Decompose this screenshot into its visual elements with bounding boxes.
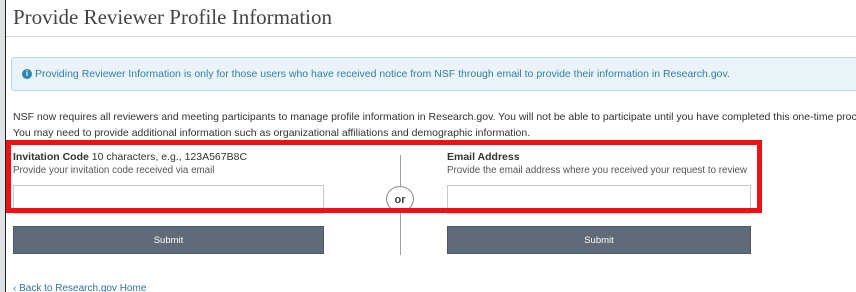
page-content: Provide Reviewer Profile Information i P… [5, 0, 856, 292]
invitation-code-label: Invitation Code 10 characters, e.g., 123… [13, 151, 247, 163]
email-input[interactable] [447, 185, 751, 214]
invitation-code-hint: 10 characters, e.g., 123A567B8C [91, 151, 248, 163]
invitation-code-label-text: Invitation Code [13, 151, 89, 163]
invitation-submit-button[interactable]: Submit [13, 226, 324, 254]
title-divider [6, 36, 856, 37]
invitation-code-help: Provide your invitation code received vi… [13, 165, 215, 176]
email-submit-button[interactable]: Submit [447, 226, 751, 254]
info-circle-icon: i [22, 69, 32, 79]
intro-line-1: NSF now requires all reviewers and meeti… [13, 111, 856, 123]
invitation-code-section: Invitation Code 10 characters, e.g., 123… [13, 151, 324, 254]
intro-line-2: You may need to provide additional infor… [13, 127, 531, 139]
email-label: Email Address [447, 151, 520, 163]
intro-text: NSF now requires all reviewers and meeti… [13, 109, 856, 141]
info-alert: i Providing Reviewer Information is only… [11, 57, 856, 91]
page-title: Provide Reviewer Profile Information [13, 5, 332, 29]
back-to-home-link[interactable]: ‹ Back to Research.gov Home [13, 283, 146, 292]
email-section: Email Address Provide the email address … [447, 151, 751, 254]
email-help: Provide the email address where you rece… [447, 165, 748, 176]
info-alert-text: Providing Reviewer Information is only f… [35, 68, 730, 80]
invitation-code-input[interactable] [13, 185, 324, 214]
or-divider-bottom [400, 212, 401, 255]
or-separator: or [386, 186, 414, 212]
or-divider-top [400, 155, 401, 186]
